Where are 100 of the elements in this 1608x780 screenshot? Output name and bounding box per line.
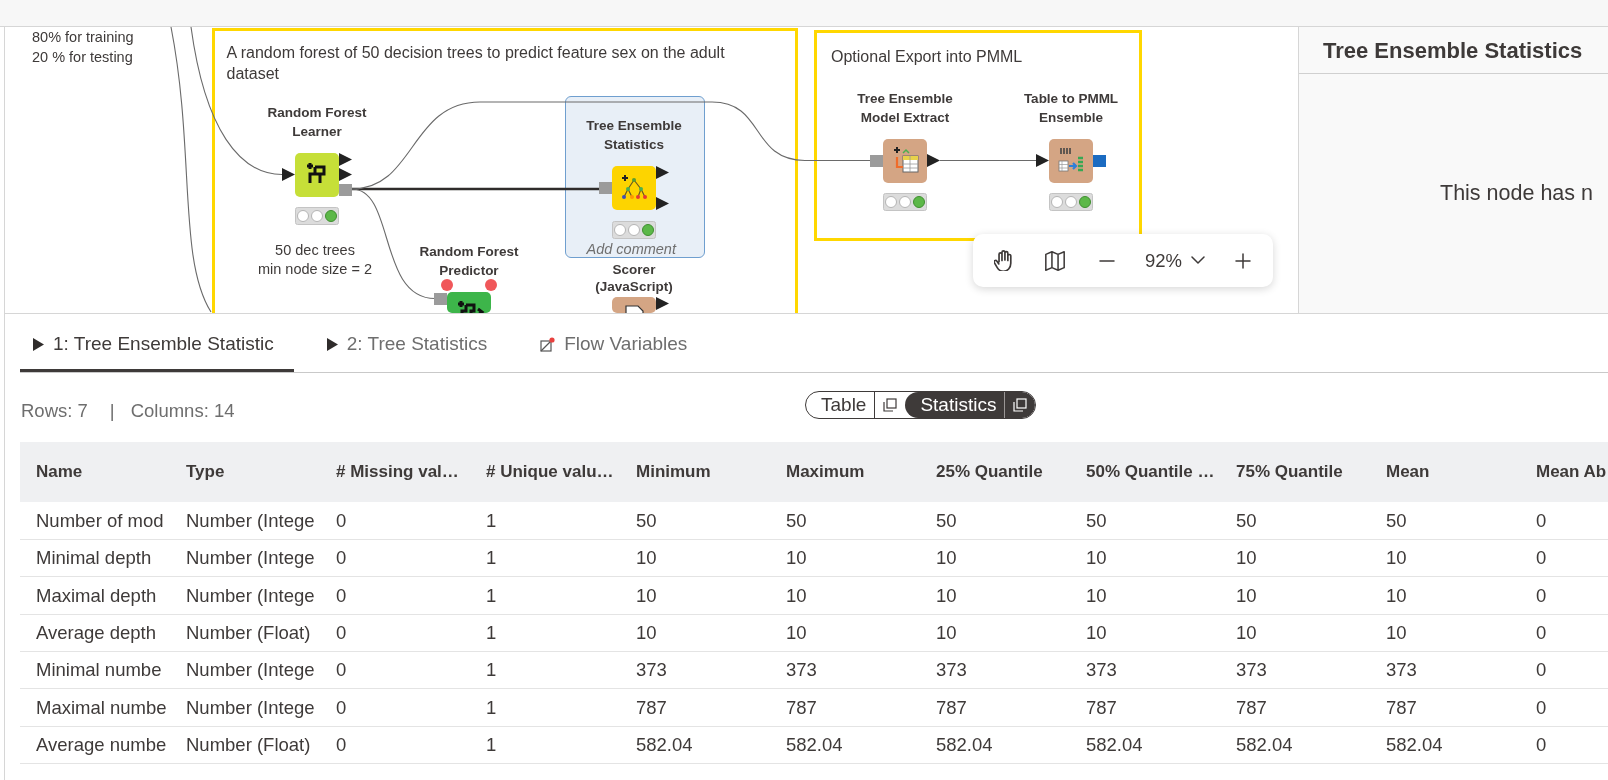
table-cell: 373 — [1220, 651, 1370, 689]
plus-icon — [1234, 252, 1251, 269]
view-option[interactable]: Statistics — [905, 392, 1036, 418]
port-triangle-icon[interactable] — [927, 154, 940, 167]
table-cell: Number (Intege — [170, 539, 320, 577]
node-icon[interactable] — [447, 292, 491, 313]
table-cell: 50 — [920, 502, 1070, 540]
node-label: Tree Ensemble Model Extract — [856, 89, 954, 127]
node-icon[interactable] — [1049, 138, 1093, 183]
port-dot-icon[interactable] — [441, 279, 453, 291]
table-cell: 0 — [1520, 726, 1608, 764]
table-cell: 373 — [770, 651, 920, 689]
table-cell: Maximal numbe — [20, 688, 170, 727]
column-header[interactable]: Mean Ab — [1520, 442, 1608, 502]
table-cell: Number (Float) — [170, 726, 320, 764]
table-cell: 787 — [770, 688, 920, 727]
port-triangle-icon[interactable] — [1036, 154, 1049, 167]
node-comment: 50 dec trees min node size = 2 — [257, 241, 373, 279]
table-cell: 0 — [1520, 688, 1608, 727]
row-count: Rows: 7 — [21, 401, 88, 421]
table-cell: 1 — [470, 688, 620, 727]
port-triangle-icon[interactable] — [656, 197, 669, 210]
table-cell: 582.04 — [920, 726, 1070, 764]
column-header[interactable]: Minimum — [620, 442, 770, 502]
column-header[interactable]: Maximum — [770, 442, 920, 502]
port-triangle-icon[interactable] — [656, 166, 669, 179]
output-tab[interactable]: 2: Tree Statistics — [313, 314, 508, 372]
table-cell: 787 — [1220, 688, 1370, 727]
column-header[interactable]: Name — [20, 442, 170, 502]
table-cell: 787 — [620, 688, 770, 727]
connection-line[interactable] — [939, 159, 1037, 162]
port-square-icon[interactable] — [1093, 154, 1106, 167]
output-tab[interactable]: Flow Variables — [527, 314, 708, 372]
table-cell: 10 — [1070, 576, 1220, 615]
table-cell: 373 — [920, 651, 1070, 689]
table-cell: 10 — [620, 539, 770, 577]
table-cell: 0 — [320, 614, 470, 652]
column-header[interactable]: Type — [170, 442, 320, 502]
table-cell: 373 — [620, 651, 770, 689]
separator-text: | — [109, 401, 115, 421]
table-cell: 10 — [770, 614, 920, 652]
column-header[interactable]: 50% Quantile … — [1070, 442, 1220, 502]
table-cell: 50 — [620, 502, 770, 540]
table-cell: 50 — [770, 502, 920, 540]
node-icon[interactable] — [612, 297, 656, 313]
table-cell: Average depth — [20, 614, 170, 652]
table-cell: Minimal depth — [20, 539, 170, 577]
table-cell: 10 — [920, 539, 1070, 577]
add-comment-placeholder[interactable]: Add comment — [586, 240, 678, 258]
table-cell: Number (Intege — [170, 651, 320, 689]
port-triangle-icon[interactable] — [282, 168, 295, 181]
windows-icon[interactable] — [883, 398, 898, 412]
table-cell: 1 — [470, 539, 620, 577]
table-cell: 0 — [1520, 614, 1608, 652]
table-cell: Number (Float) — [170, 614, 320, 652]
node-icon[interactable] — [883, 138, 927, 183]
view-option[interactable]: Table — [806, 392, 906, 418]
table-cell: 10 — [770, 539, 920, 577]
node-icon[interactable] — [295, 152, 339, 197]
table-cell: 10 — [1220, 614, 1370, 652]
table-cell: 787 — [1070, 688, 1220, 727]
port-square-icon[interactable] — [434, 292, 447, 305]
zoom-level-dropdown[interactable]: 92% — [1140, 242, 1209, 279]
table-cell: 1 — [470, 576, 620, 615]
table-cell: 10 — [1370, 614, 1520, 652]
table-cell: 0 — [1520, 502, 1608, 540]
node-label: Tree Ensemble Statistics — [585, 117, 683, 154]
triangle-icon — [326, 337, 338, 351]
column-header[interactable]: Mean — [1370, 442, 1520, 502]
table-cell: 50 — [1070, 502, 1220, 540]
table-cell: 10 — [1070, 539, 1220, 577]
port-square-icon[interactable] — [870, 154, 883, 167]
table-cell: Maximal depth — [20, 576, 170, 615]
port-triangle-icon[interactable] — [339, 168, 352, 181]
column-header[interactable]: 75% Quantile — [1220, 442, 1370, 502]
node-label: Table to PMML Ensemble — [1023, 89, 1119, 127]
table-cell: 582.04 — [1070, 726, 1220, 764]
column-header[interactable]: # Unique valu… — [470, 442, 620, 502]
column-header[interactable]: 25% Quantile — [920, 442, 1070, 502]
port-triangle-icon[interactable] — [656, 297, 669, 310]
table-cell: 582.04 — [620, 726, 770, 764]
windows-icon[interactable] — [1013, 398, 1028, 412]
table-cell: 10 — [1220, 539, 1370, 577]
table-cell: 10 — [920, 576, 1070, 615]
table-cell: Minimal numbe — [20, 651, 170, 689]
column-header[interactable]: # Missing val… — [320, 442, 470, 502]
table-cell: Number (Intege — [170, 688, 320, 727]
port-dot-icon[interactable] — [485, 279, 497, 291]
slashed-square-icon — [540, 336, 556, 352]
table-cell: 10 — [620, 576, 770, 615]
node-icon[interactable] — [612, 166, 656, 210]
column-count: Columns: 14 — [130, 401, 235, 421]
output-tab[interactable]: 1: Tree Ensemble Statistic — [20, 314, 294, 372]
table-cell: 373 — [1370, 651, 1520, 689]
port-triangle-icon[interactable] — [339, 152, 352, 166]
table-cell: 10 — [1070, 614, 1220, 652]
panel-message: This node has n — [1440, 180, 1593, 208]
annotation-text: Optional Export into PMML — [831, 47, 1024, 67]
table-cell: 10 — [920, 614, 1070, 652]
table-cell: 787 — [920, 688, 1070, 727]
